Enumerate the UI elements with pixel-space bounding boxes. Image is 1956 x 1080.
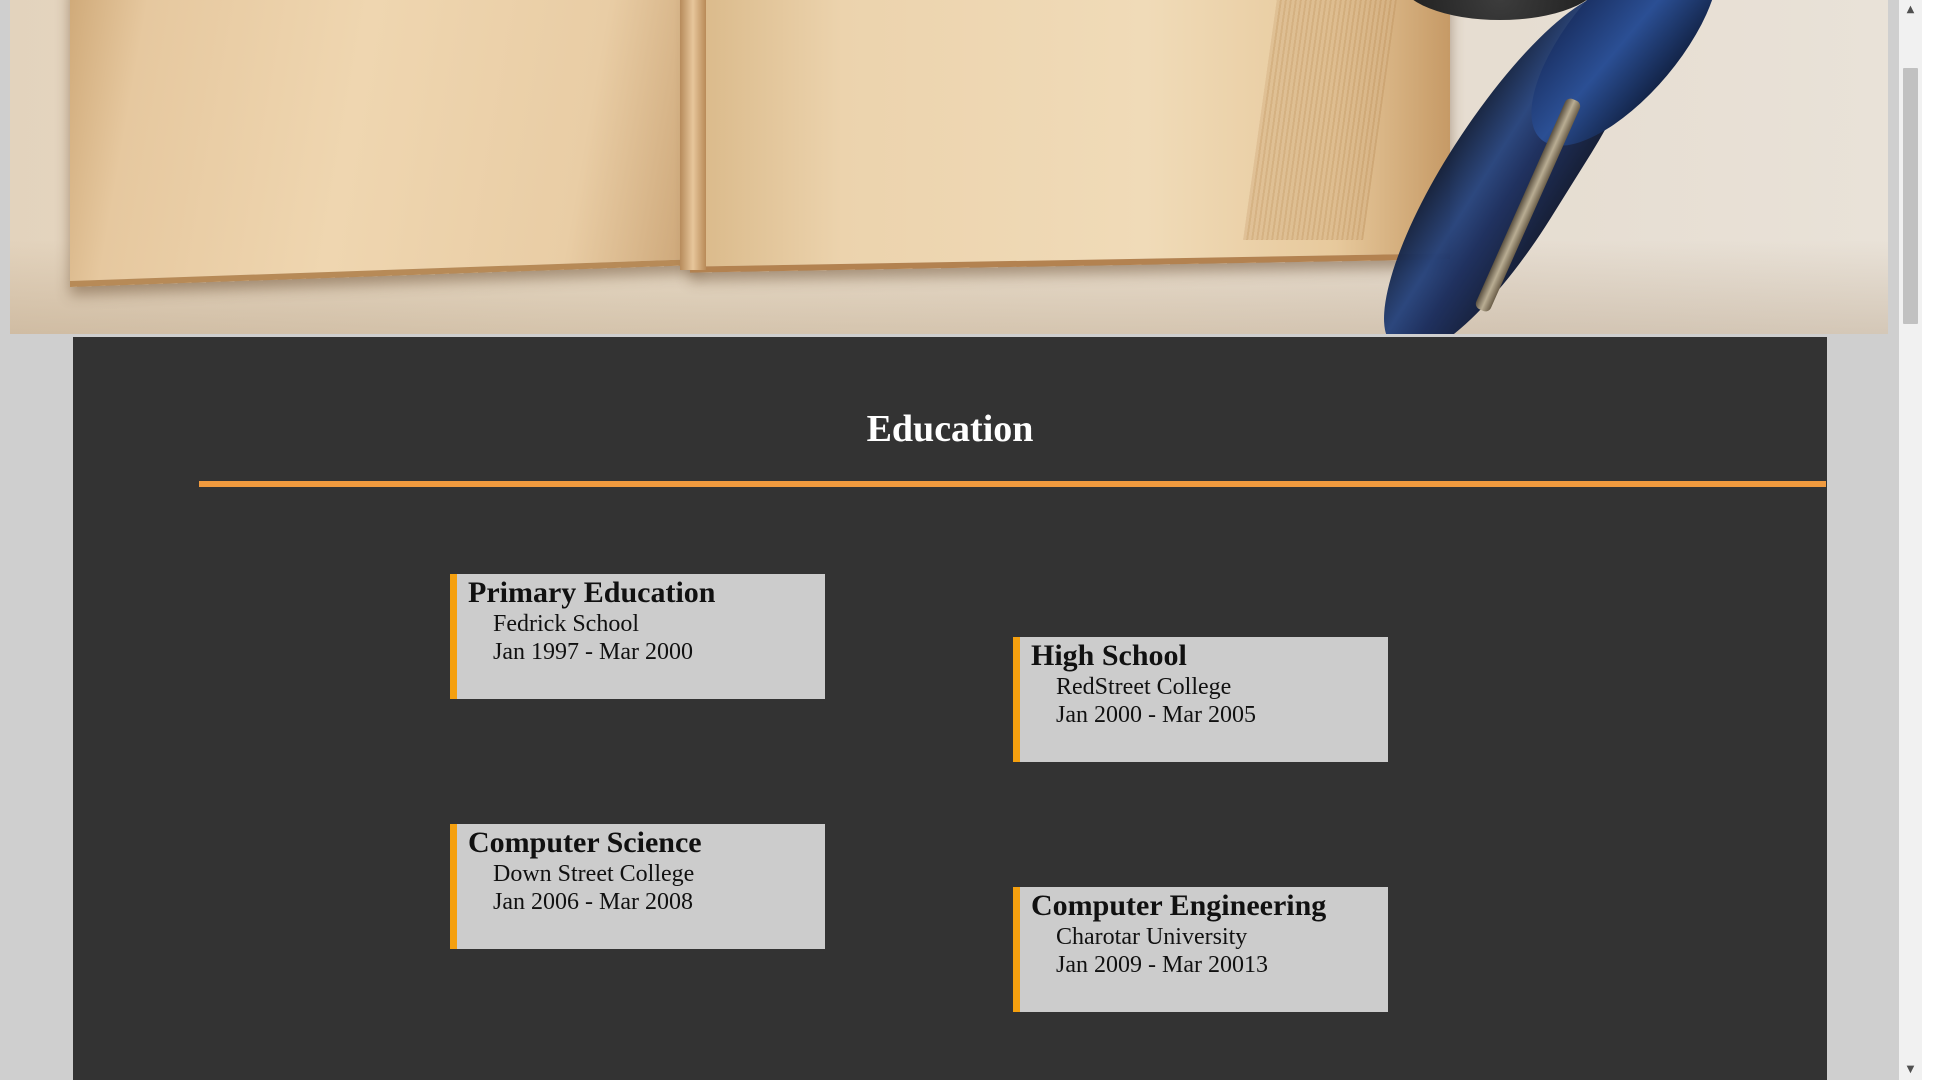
education-card-title: High School: [1031, 639, 1187, 672]
section-title-divider: [199, 481, 1826, 487]
education-card-institution: RedStreet College: [1056, 674, 1232, 700]
education-card-title: Computer Science: [468, 826, 702, 859]
education-card-computer-engineering: Computer Engineering Charotar University…: [1013, 887, 1388, 1012]
hero-book-left-page: [70, 0, 700, 288]
education-section: Education Primary Education Fedrick Scho…: [73, 337, 1827, 1080]
education-card-high-school: High School RedStreet College Jan 2000 -…: [1013, 637, 1388, 762]
education-card-title: Computer Engineering: [1031, 889, 1327, 922]
education-card-period: Jan 2006 - Mar 2008: [493, 889, 693, 915]
scroll-up-arrow-icon[interactable]: ▲: [1899, 0, 1922, 20]
section-title: Education: [866, 408, 1034, 450]
education-card-institution: Fedrick School: [493, 611, 639, 637]
education-card-primary: Primary Education Fedrick School Jan 199…: [450, 574, 825, 699]
education-card-title: Primary Education: [468, 576, 716, 609]
education-card-computer-science: Computer Science Down Street College Jan…: [450, 824, 825, 949]
education-card-institution: Charotar University: [1056, 924, 1248, 950]
education-card-institution: Down Street College: [493, 861, 695, 887]
hero-image-book-and-quill: [10, 0, 1888, 334]
hero-book-spine: [680, 0, 706, 270]
scroll-down-arrow-icon[interactable]: ▼: [1899, 1060, 1922, 1080]
education-card-period: Jan 2009 - Mar 20013: [1056, 952, 1268, 978]
vertical-scrollbar[interactable]: ▲ ▼: [1899, 0, 1922, 1080]
page-viewport: Education Primary Education Fedrick Scho…: [0, 0, 1956, 1080]
window-right-gutter: [1922, 0, 1956, 1080]
education-card-period: Jan 2000 - Mar 2005: [1056, 702, 1256, 728]
education-card-period: Jan 1997 - Mar 2000: [493, 639, 693, 665]
scrollbar-thumb[interactable]: [1903, 68, 1918, 324]
